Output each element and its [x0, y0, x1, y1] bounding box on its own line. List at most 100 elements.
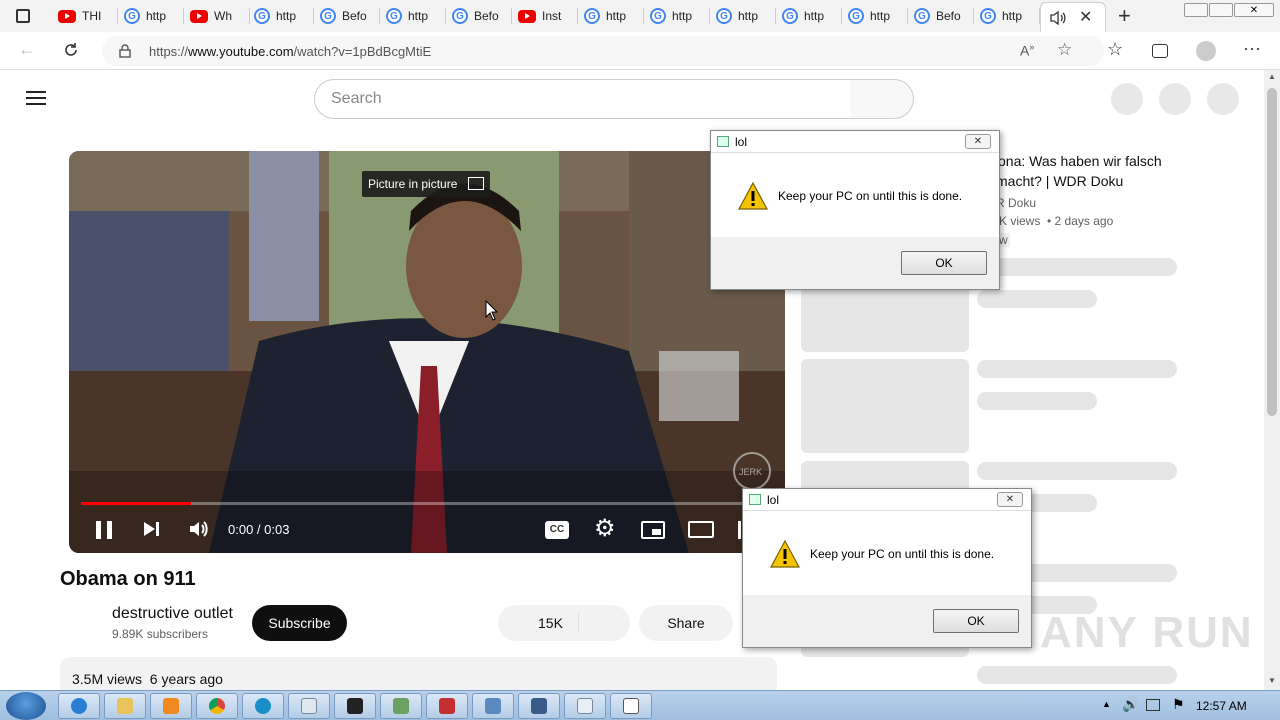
tray-network-icon[interactable]	[1146, 699, 1160, 711]
taskbar-cmd-icon[interactable]	[334, 693, 376, 719]
video-title: Obama on 911	[60, 568, 196, 590]
more-menu-icon[interactable]: ···	[1243, 38, 1261, 59]
speaker-icon[interactable]	[1049, 9, 1067, 27]
read-aloud-icon[interactable]: A»	[1020, 42, 1034, 59]
collections-icon[interactable]	[1152, 44, 1168, 58]
browser-tab[interactable]: THI	[58, 4, 118, 28]
browser-tab[interactable]: Ghttp	[650, 4, 710, 28]
taskbar-app-icon[interactable]	[518, 693, 560, 719]
tab-separator	[643, 8, 644, 24]
dialog-title: lol	[767, 493, 780, 507]
taskbar-app-icon[interactable]	[426, 693, 468, 719]
new-tab-button[interactable]: +	[1118, 3, 1131, 29]
miniplayer-icon[interactable]	[641, 521, 665, 539]
tab-separator	[117, 8, 118, 24]
hamburger-menu-icon[interactable]	[26, 91, 46, 105]
add-favorite-icon[interactable]: ☆	[1057, 40, 1072, 60]
settings-gear-icon[interactable]: ⚙	[594, 514, 616, 543]
google-icon: G	[320, 8, 336, 24]
like-button[interactable]: 15K	[498, 605, 630, 641]
dialog-titlebar[interactable]: lol ✕	[743, 489, 1031, 511]
tab-actions-icon[interactable]	[16, 9, 30, 23]
refresh-icon[interactable]	[62, 41, 80, 59]
restore-button[interactable]	[1209, 3, 1233, 17]
close-tab-icon[interactable]: ✕	[1079, 7, 1092, 27]
minimize-button[interactable]	[1184, 3, 1208, 17]
tab-active[interactable]: ✕	[1040, 2, 1106, 32]
start-button[interactable]	[6, 692, 46, 720]
browser-tab[interactable]: Ghttp	[584, 4, 644, 28]
google-icon: G	[980, 8, 996, 24]
tab-label: Inst	[542, 9, 562, 23]
rec-title-line2[interactable]: macht? | WDR Doku	[996, 173, 1123, 189]
create-icon[interactable]	[1111, 83, 1143, 115]
close-window-button[interactable]: ✕	[1234, 3, 1274, 17]
video-player[interactable]: JERK	[69, 151, 785, 553]
browser-tab[interactable]: G Befo	[452, 4, 512, 28]
taskbar-edge-icon[interactable]	[242, 693, 284, 719]
rec-channel[interactable]: R Doku	[996, 196, 1036, 210]
browser-tab-strip: THI Ghttp Wh Ghttp G Befo Ghttp G Befo Inst Ghttp G…	[0, 0, 1280, 32]
volume-icon[interactable]	[188, 519, 210, 539]
taskbar-monitor-icon[interactable]	[472, 693, 514, 719]
search-button[interactable]	[850, 79, 914, 119]
taskbar-ie-icon[interactable]	[58, 693, 100, 719]
ok-button[interactable]: OK	[901, 251, 987, 275]
browser-tab[interactable]: Wh	[190, 4, 250, 28]
browser-tab[interactable]: Inst	[518, 4, 578, 28]
browser-tab[interactable]: G Befo	[914, 4, 974, 28]
tab-separator	[841, 8, 842, 24]
taskbar-tool-icon[interactable]	[380, 693, 422, 719]
browser-tab[interactable]: Ghttp	[716, 4, 776, 28]
lock-icon[interactable]	[119, 44, 131, 58]
taskbar-media-player-icon[interactable]	[150, 693, 192, 719]
pause-icon[interactable]	[96, 521, 112, 539]
tray-flag-icon[interactable]: ⚑	[1172, 696, 1185, 713]
browser-tab[interactable]: Ghttp	[386, 4, 446, 28]
scroll-up-icon[interactable]: ▲	[1268, 72, 1276, 81]
taskbar-chrome-icon[interactable]	[196, 693, 238, 719]
notifications-icon[interactable]	[1159, 83, 1191, 115]
tray-volume-icon[interactable]: 🔊	[1122, 696, 1139, 713]
taskbar-dialog-icon[interactable]	[610, 693, 652, 719]
video-watermark-logo: JERK	[739, 467, 762, 477]
message-dialog-1: lol ✕ Keep your PC on until this is done…	[710, 130, 1000, 290]
taskbar-notepad-icon[interactable]	[288, 693, 330, 719]
google-icon: G	[584, 8, 600, 24]
subscribe-button[interactable]: Subscribe	[252, 605, 347, 641]
tab-separator	[973, 8, 974, 24]
youtube-icon	[58, 9, 76, 23]
next-icon[interactable]	[142, 520, 160, 538]
ok-button[interactable]: OK	[933, 609, 1019, 633]
address-bar[interactable]: https://www.youtube.com/watch?v=1pBdBcgM…	[102, 36, 1104, 66]
taskbar-notepad-icon[interactable]	[564, 693, 606, 719]
browser-tab[interactable]: Ghttp	[848, 4, 908, 28]
channel-name[interactable]: destructive outlet	[112, 605, 233, 623]
search-input[interactable]: Search	[314, 79, 851, 119]
dialog-titlebar[interactable]: lol ✕	[711, 131, 999, 153]
browser-tab[interactable]: Ghttp	[254, 4, 314, 28]
youtube-icon	[518, 9, 536, 23]
browser-tab[interactable]: Ghttp	[124, 4, 184, 28]
share-button[interactable]: Share	[639, 605, 733, 641]
dialog-close-button[interactable]: ✕	[997, 492, 1023, 507]
dialog-close-button[interactable]: ✕	[965, 134, 991, 149]
google-icon: G	[254, 8, 270, 24]
scrollbar-thumb[interactable]	[1267, 88, 1277, 416]
scroll-down-icon[interactable]: ▼	[1268, 676, 1276, 685]
account-avatar[interactable]	[1207, 83, 1239, 115]
profile-avatar[interactable]	[1196, 41, 1216, 61]
browser-tab[interactable]: Ghttp	[782, 4, 842, 28]
back-icon[interactable]: ←	[18, 39, 36, 60]
like-divider	[578, 613, 579, 633]
browser-tab[interactable]: Ghttp	[980, 4, 1040, 28]
captions-icon[interactable]: CC	[545, 521, 569, 539]
browser-tab[interactable]: G Befo	[320, 4, 380, 28]
taskbar-clock[interactable]: 12:57 AM	[1196, 699, 1247, 713]
tray-expand-icon[interactable]: ▲	[1102, 699, 1111, 709]
favorites-icon[interactable]: ☆	[1107, 39, 1123, 60]
rec-title-line1[interactable]: ona: Was haben wir falsch	[998, 153, 1162, 169]
skeleton-thumbnail	[801, 359, 969, 453]
taskbar-explorer-icon[interactable]	[104, 693, 146, 719]
theater-mode-icon[interactable]	[688, 521, 714, 538]
